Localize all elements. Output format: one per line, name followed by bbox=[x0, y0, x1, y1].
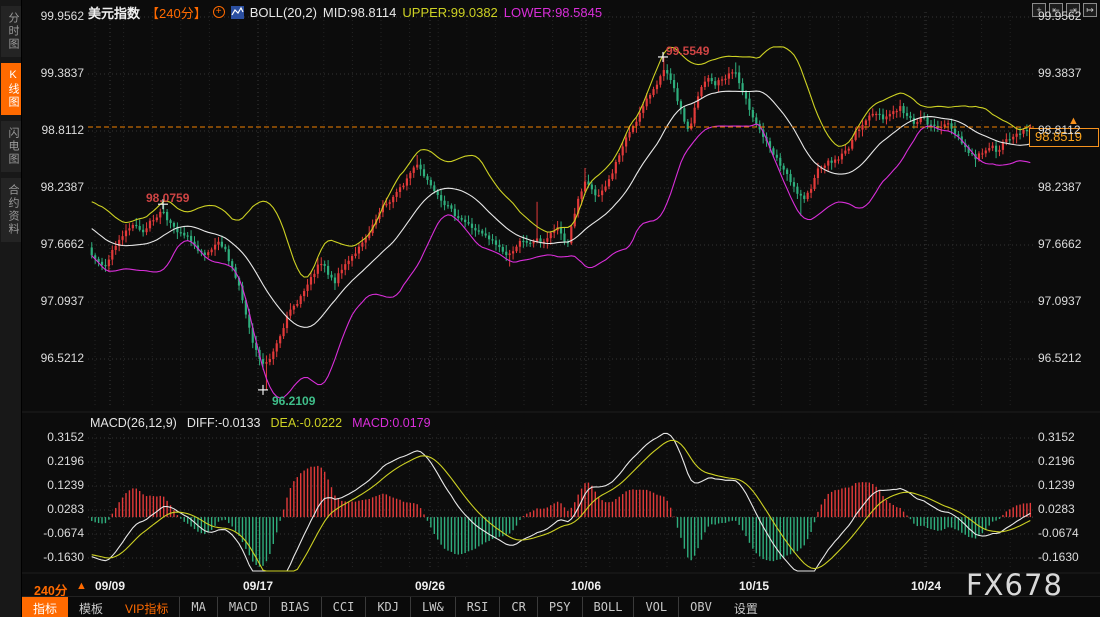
macd-header: MACD(26,12,9) DIFF:-0.0133 DEA:-0.0222 M… bbox=[90, 416, 431, 430]
price-axis-left-3: 98.2387 bbox=[34, 180, 84, 194]
chart-header: 美元指数 【240分】 + BOLL(20,2) MID:98.8114 UPP… bbox=[88, 3, 602, 21]
macd-axis-left-1: 0.2196 bbox=[34, 454, 84, 468]
price-axis-left-6: 96.5212 bbox=[34, 351, 84, 365]
toolbar-item-指标[interactable]: 指标 bbox=[22, 597, 68, 617]
x-axis-label-09/17: 09/17 bbox=[243, 579, 273, 593]
macd-axis-right-4: -0.0674 bbox=[1038, 526, 1088, 540]
toolbar-item-RSI[interactable]: RSI bbox=[455, 597, 500, 617]
sidebar-item-1[interactable]: K线图 bbox=[1, 63, 21, 115]
macd-axis-right-1: 0.2196 bbox=[1038, 454, 1088, 468]
boll-param-label: BOLL(20,2) bbox=[250, 5, 317, 20]
x-axis-label-09/26: 09/26 bbox=[415, 579, 445, 593]
macd-axis-left-3: 0.0283 bbox=[34, 502, 84, 516]
local-high-annotation: 98.0759 bbox=[146, 191, 189, 205]
toolbar-item-KDJ[interactable]: KDJ bbox=[365, 597, 410, 617]
price-axis-right-4: 97.6662 bbox=[1038, 237, 1088, 251]
sidebar-item-0[interactable]: 分时图 bbox=[1, 6, 21, 57]
macd-diff-value: DIFF:-0.0133 bbox=[187, 416, 261, 430]
macd-param-label: MACD(26,12,9) bbox=[90, 416, 177, 430]
toolbar-item-CCI[interactable]: CCI bbox=[321, 597, 366, 617]
toolbar-item-BIAS[interactable]: BIAS bbox=[269, 597, 321, 617]
sidebar-item-3[interactable]: 合约资料 bbox=[1, 178, 21, 242]
toolbar-item-VIP指标[interactable]: VIP指标 bbox=[114, 597, 179, 617]
toolbar-item-模板[interactable]: 模板 bbox=[68, 597, 114, 617]
toolbar-item-MACD[interactable]: MACD bbox=[217, 597, 269, 617]
toolbar-item-CR[interactable]: CR bbox=[499, 597, 536, 617]
x-axis-label-10/15: 10/15 bbox=[739, 579, 769, 593]
price-axis-right-2: 98.8112 bbox=[1038, 123, 1088, 137]
indicator-toolbar: 指标模板VIP指标MAMACDBIASCCIKDJLW&RSICRPSYBOLL… bbox=[22, 596, 1100, 617]
macd-axis-left-0: 0.3152 bbox=[34, 430, 84, 444]
macd-axis-right-0: 0.3152 bbox=[1038, 430, 1088, 444]
price-axis-right-6: 96.5212 bbox=[1038, 351, 1088, 365]
price-axis-right-0: 99.9562 bbox=[1038, 9, 1088, 23]
price-axis-left-2: 98.8112 bbox=[34, 123, 84, 137]
price-axis-left-5: 97.0937 bbox=[34, 294, 84, 308]
add-indicator-icon[interactable]: + bbox=[213, 6, 225, 18]
toolbar-item-MA[interactable]: MA bbox=[179, 597, 216, 617]
toolbar-item-PSY[interactable]: PSY bbox=[537, 597, 582, 617]
macd-dea-value: DEA:-0.0222 bbox=[270, 416, 342, 430]
price-axis-left-0: 99.9562 bbox=[34, 9, 84, 23]
price-axis-right-5: 97.0937 bbox=[1038, 294, 1088, 308]
symbol-title: 美元指数 bbox=[88, 3, 140, 22]
period-high-annotation: 99.5549 bbox=[666, 44, 709, 58]
footer-period-arrow[interactable]: ▲ bbox=[76, 580, 87, 592]
toolbar-item-BOLL[interactable]: BOLL bbox=[582, 597, 634, 617]
chart-type-sidebar: 分时图 K线图闪电图合约资料 bbox=[0, 0, 22, 617]
x-axis-label-10/24: 10/24 bbox=[911, 579, 941, 593]
x-axis-label-09/09: 09/09 bbox=[95, 579, 125, 593]
boll-lower-value: LOWER:98.5845 bbox=[504, 5, 602, 20]
main-chart-svg[interactable] bbox=[0, 0, 1100, 617]
macd-axis-left-2: 0.1239 bbox=[34, 478, 84, 492]
app-window: 分时图 K线图闪电图合约资料 美元指数 【240分】 + BOLL(20,2) M… bbox=[0, 0, 1100, 617]
macd-axis-right-2: 0.1239 bbox=[1038, 478, 1088, 492]
kline-mini-icon bbox=[231, 6, 244, 19]
x-axis-label-10/06: 10/06 bbox=[571, 579, 601, 593]
macd-macd-value: MACD:0.0179 bbox=[352, 416, 431, 430]
period-low-annotation: 96.2109 bbox=[272, 394, 315, 408]
boll-upper-value: UPPER:99.0382 bbox=[402, 5, 497, 20]
boll-mid-value: MID:98.8114 bbox=[323, 5, 396, 20]
toolbar-item-设置[interactable]: 设置 bbox=[723, 597, 769, 617]
toolbar-item-LW&[interactable]: LW& bbox=[410, 597, 455, 617]
toolbar-item-VOL[interactable]: VOL bbox=[633, 597, 678, 617]
macd-axis-right-5: -0.1630 bbox=[1038, 550, 1088, 564]
toolbar-item-OBV[interactable]: OBV bbox=[678, 597, 723, 617]
macd-axis-left-4: -0.0674 bbox=[34, 526, 84, 540]
price-axis-left-1: 99.3837 bbox=[34, 66, 84, 80]
price-axis-right-3: 98.2387 bbox=[1038, 180, 1088, 194]
price-axis-left-4: 97.6662 bbox=[34, 237, 84, 251]
sidebar-item-2[interactable]: 闪电图 bbox=[1, 121, 21, 172]
macd-axis-right-3: 0.0283 bbox=[1038, 502, 1088, 516]
period-tag: 【240分】 bbox=[146, 3, 207, 22]
price-axis-right-1: 99.3837 bbox=[1038, 66, 1088, 80]
macd-axis-left-5: -0.1630 bbox=[34, 550, 84, 564]
